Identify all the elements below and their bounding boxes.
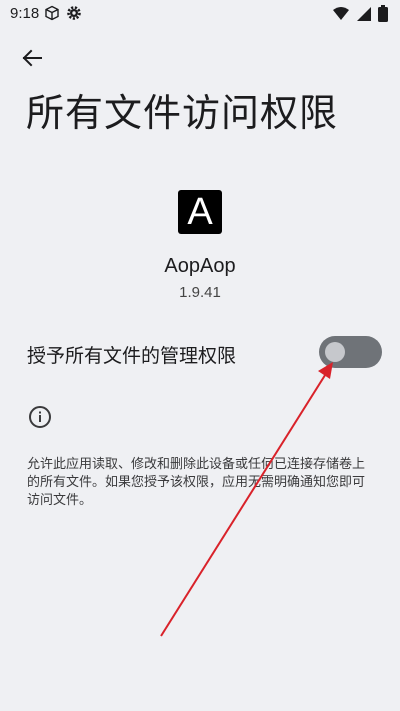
- permission-label: 授予所有文件的管理权限: [27, 345, 237, 367]
- app-icon-letter: A: [187, 191, 213, 233]
- info-icon: [28, 405, 52, 429]
- app-version: 1.9.41: [179, 284, 221, 301]
- permission-description: 允许此应用读取、修改和删除此设备或任何已连接存储卷上的所有文件。如果您授予该权限…: [27, 457, 366, 508]
- signal-icon: [356, 6, 372, 26]
- arrow-left-icon: [21, 47, 43, 73]
- status-time: 9:18: [10, 5, 40, 22]
- cube-icon: [44, 5, 60, 25]
- status-right-icons: [332, 5, 388, 26]
- status-bar: 9:18: [0, 0, 400, 28]
- settings-icon: [66, 5, 82, 25]
- back-button[interactable]: [18, 46, 46, 74]
- toggle-knob: [325, 342, 345, 362]
- status-left-icons: [44, 5, 82, 25]
- permission-toggle-switch[interactable]: [319, 336, 382, 368]
- battery-icon: [378, 5, 388, 26]
- page-title: 所有文件访问权限: [26, 91, 339, 135]
- app-name: AopAop: [164, 255, 236, 277]
- wifi-icon: [332, 6, 350, 26]
- permission-toggle-row[interactable]: 授予所有文件的管理权限: [0, 332, 400, 374]
- app-icon: A: [178, 190, 222, 234]
